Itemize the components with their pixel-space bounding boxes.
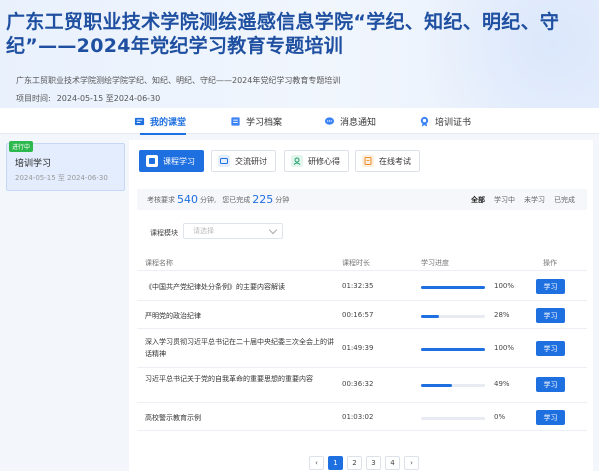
filter-all[interactable]: 全部 — [471, 195, 485, 205]
project-period: 项目时间: 2024-05-15 至2024-06-30 — [16, 93, 160, 104]
category-label: 研修心得 — [308, 156, 340, 166]
course-name: 严明党的政治纪律 — [145, 312, 201, 320]
message-icon — [324, 116, 335, 125]
tab-label: 我的课堂 — [150, 117, 187, 128]
study-button[interactable]: 学习 — [536, 308, 565, 323]
course-name: 习近平总书记关于党的自我革命的重要思想的重要内容 — [145, 375, 313, 383]
done-minutes: 225 — [252, 193, 274, 206]
status-filters: 全部 学习中 未学习 已完成 — [471, 189, 575, 210]
module-select[interactable]: 请选择 — [183, 223, 283, 239]
category-label: 课程学习 — [163, 156, 195, 166]
progress-percent: 100% — [494, 344, 515, 352]
tab-label: 培训证书 — [435, 117, 472, 128]
course-learning-icon — [146, 155, 158, 167]
course-duration: 01:49:39 — [342, 344, 374, 352]
done-label: 您已完成 — [222, 195, 251, 204]
tab-certificates[interactable]: 培训证书 — [419, 108, 471, 134]
course-name: 《中国共产党纪律处分条例》的主要内容解读 — [145, 283, 285, 291]
chevron-down-icon — [268, 225, 278, 235]
tab-label: 学习档案 — [246, 117, 283, 128]
main-nav: 我的课堂 学习档案 消息通知 培训证书 — [0, 108, 599, 135]
discussion-icon — [218, 155, 230, 167]
course-duration: 00:16:57 — [342, 311, 374, 319]
column-header-course-name: 课程名称 — [145, 259, 173, 267]
training-item-card[interactable]: 进行中 培训学习 2024-05-15 至 2024-06-30 — [6, 141, 125, 191]
course-name: 高校警示教育示例 — [145, 414, 201, 422]
reflection-icon — [291, 155, 303, 167]
project-subtitle: 广东工贸职业技术学院测绘学院学纪、知纪、明纪、守纪——2024年党纪学习教育专题… — [16, 76, 341, 85]
required-minutes: 540 — [177, 193, 198, 206]
progress-percent: 100% — [494, 282, 515, 290]
certificate-icon — [420, 116, 429, 127]
category-label: 交流研讨 — [235, 156, 267, 166]
column-header-action: 操作 — [543, 259, 557, 267]
progress-percent: 28% — [494, 311, 510, 319]
page-4-button[interactable]: 4 — [385, 456, 400, 470]
page-1-button[interactable]: 1 — [328, 456, 343, 470]
tab-learning-archive[interactable]: 学习档案 — [230, 108, 282, 134]
category-discussion-button[interactable]: 交流研讨 — [211, 150, 276, 172]
tab-label: 消息通知 — [340, 117, 377, 128]
table-row: 《中国共产党纪律处分条例》的主要内容解读 01:32:35 100% 学习 — [137, 271, 587, 301]
table-row: 习近平总书记关于党的自我革命的重要思想的重要内容 00:36:32 49% 学习 — [137, 368, 587, 403]
table-row: 严明党的政治纪律 00:16:57 28% 学习 — [137, 301, 587, 329]
module-placeholder: 请选择 — [193, 227, 214, 235]
category-course-learning-button[interactable]: 课程学习 — [139, 150, 204, 172]
tab-messages[interactable]: 消息通知 — [324, 108, 376, 134]
column-header-progress: 学习进度 — [421, 259, 449, 267]
category-exam-button[interactable]: 在线考试 — [355, 150, 420, 172]
next-page-button[interactable]: › — [404, 456, 419, 470]
required-unit: 分钟, — [200, 195, 217, 204]
page-2-button[interactable]: 2 — [347, 456, 362, 470]
pagination: ‹ 1 2 3 4 › — [309, 456, 419, 470]
course-icon — [134, 117, 145, 125]
training-dates: 2024-05-15 至 2024-06-30 — [15, 174, 108, 182]
progress-bar — [421, 384, 485, 387]
table-row: 深入学习贯彻习近平总书记在二十届中央纪委三次全会上的讲话精神 01:49:39 … — [137, 329, 587, 368]
done-unit: 分钟 — [275, 195, 290, 204]
period-label: 项目时间: — [16, 94, 51, 103]
tab-my-classroom[interactable]: 我的课堂 — [134, 108, 187, 135]
progress-percent: 0% — [494, 413, 506, 421]
progress-bar — [421, 286, 485, 289]
course-name: 深入学习贯彻习近平总书记在二十届中央纪委三次全会上的讲话精神 — [145, 338, 334, 358]
module-label: 课程模块 — [150, 229, 178, 237]
progress-bar — [421, 315, 485, 318]
page-title: 广东工贸职业技术学院测绘遥感信息学院“学纪、知纪、明纪、守纪”——2024年党纪… — [6, 11, 560, 57]
study-button[interactable]: 学习 — [536, 341, 565, 356]
page-3-button[interactable]: 3 — [366, 456, 381, 470]
period-value: 2024-05-15 至2024-06-30 — [56, 94, 161, 103]
training-name: 培训学习 — [15, 159, 52, 169]
study-button[interactable]: 学习 — [536, 410, 565, 425]
filter-not-started[interactable]: 未学习 — [524, 195, 545, 205]
course-panel: 课程学习 交流研讨 研修心得 在线考试 考核要求 540 分钟, 您已完成 22… — [129, 140, 593, 471]
category-label: 在线考试 — [379, 156, 411, 166]
study-button[interactable]: 学习 — [536, 377, 565, 392]
required-label: 考核要求 — [147, 195, 175, 204]
assessment-summary: 考核要求 540 分钟, 您已完成 225 分钟 全部 学习中 未学习 已完成 — [137, 189, 587, 210]
progress-percent: 49% — [494, 380, 510, 388]
category-reflection-button[interactable]: 研修心得 — [284, 150, 349, 172]
course-duration: 01:03:02 — [342, 413, 374, 421]
progress-bar — [421, 348, 485, 351]
prev-page-button[interactable]: ‹ — [309, 456, 324, 470]
filter-completed[interactable]: 已完成 — [554, 195, 575, 205]
filter-in-progress[interactable]: 学习中 — [494, 195, 515, 205]
exam-icon — [362, 155, 374, 167]
progress-bar — [421, 417, 485, 420]
status-badge: 进行中 — [9, 141, 34, 152]
course-duration: 00:36:32 — [342, 380, 374, 388]
table-row: 高校警示教育示例 01:03:02 0% 学习 — [137, 403, 587, 431]
header-banner: 广东工贸职业技术学院测绘遥感信息学院“学纪、知纪、明纪、守纪”——2024年党纪… — [0, 0, 599, 108]
study-button[interactable]: 学习 — [536, 279, 565, 294]
archive-icon — [231, 116, 240, 126]
column-header-duration: 课程时长 — [342, 259, 370, 267]
course-duration: 01:32:35 — [342, 282, 374, 290]
